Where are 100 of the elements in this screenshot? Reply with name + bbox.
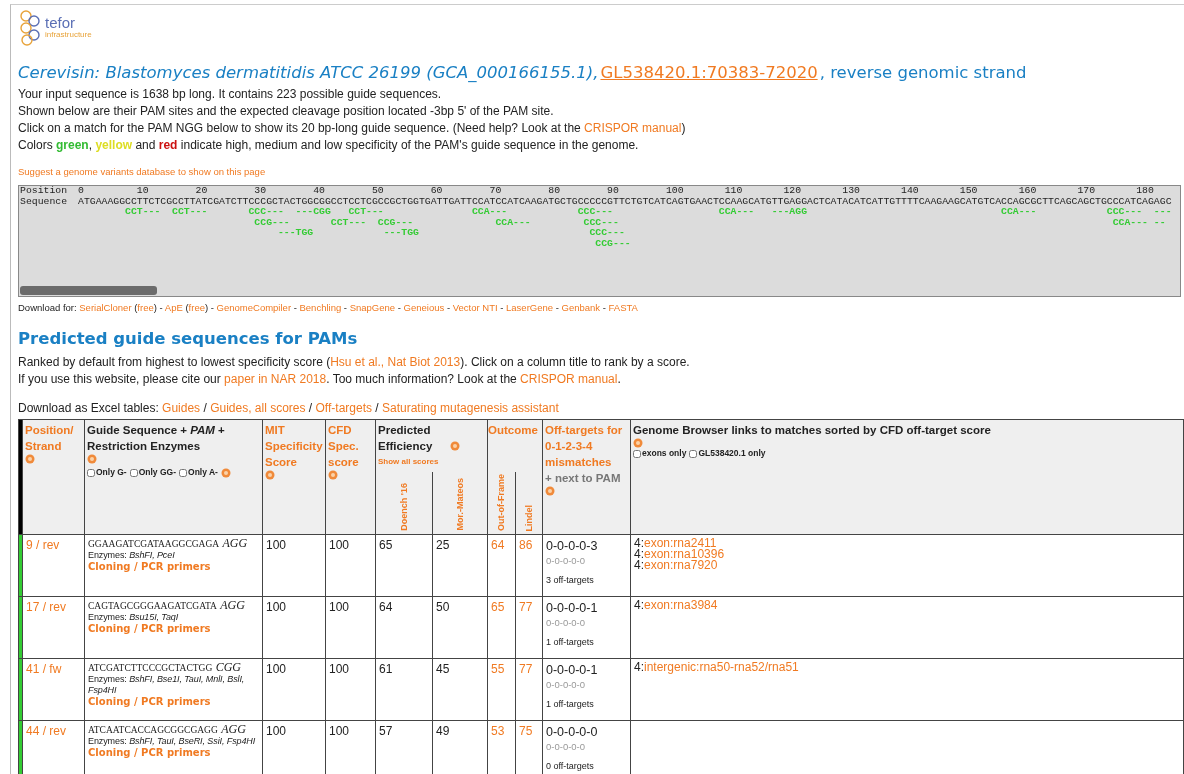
- help-icon[interactable]: [25, 454, 35, 464]
- download-link[interactable]: SerialCloner: [79, 302, 132, 313]
- checkbox[interactable]: [633, 449, 641, 458]
- score-link[interactable]: 55: [491, 662, 505, 676]
- download-link[interactable]: free: [137, 302, 154, 313]
- mismatch-counts: 0-0-0-0-0: [546, 724, 599, 740]
- download-link[interactable]: GenomeCompiler: [216, 302, 292, 313]
- color-word: green: [56, 138, 89, 152]
- mismatch-counts: 0-0-0-0-3: [546, 538, 599, 554]
- column-title: Guide Sequence + PAM + Restriction Enzymes: [87, 423, 226, 454]
- excel-link[interactable]: Saturating mutagenesis assistant: [382, 401, 559, 415]
- score-link[interactable]: 75: [519, 724, 533, 738]
- pam-mismatch-counts: 0-0-0-0-0: [546, 554, 587, 567]
- download-link[interactable]: FASTA: [608, 302, 638, 313]
- primers-link[interactable]: Cloning / PCR primers: [88, 561, 211, 572]
- enzymes-text: Enzymes: BshFI, PceI: [88, 550, 176, 561]
- pam-matches[interactable]: ---TGG ---TGG CCC---: [78, 228, 625, 239]
- color-word: red: [158, 138, 178, 152]
- location-link[interactable]: GL538420.1:70383-72020: [600, 63, 818, 82]
- sort-column-link[interactable]: Off-targets for 0-1-2-3-4 mismatches: [545, 422, 628, 470]
- download-link[interactable]: ApE: [164, 302, 183, 313]
- chromosome-prefix: 4:: [634, 660, 644, 674]
- position-link[interactable]: 17 / rev: [26, 600, 67, 614]
- score-link[interactable]: 53: [491, 724, 505, 738]
- sort-column-link[interactable]: Mor.-Mateos: [454, 478, 466, 531]
- help-icon[interactable]: [87, 454, 97, 464]
- score-link[interactable]: 77: [519, 662, 533, 676]
- genome-browser-link[interactable]: exon:rna3984: [644, 598, 718, 612]
- enzymes-text: Enzymes: BshFI, TauI, BseRI, SsiI, Fsp4HI: [88, 736, 257, 747]
- score-value: 65: [379, 538, 393, 552]
- intro-text: Colors green, yellow and red indicate high, medium and low specificity of the PAM's guide sequence in the genome.: [18, 137, 640, 154]
- sort-column-link[interactable]: Lindel: [523, 504, 535, 531]
- download-link[interactable]: SnapGene: [349, 302, 396, 313]
- genome-browser-link[interactable]: exon:rna10396: [644, 547, 725, 561]
- score-value: 49: [436, 724, 450, 738]
- checkbox[interactable]: [179, 468, 187, 477]
- manual-link[interactable]: CRISPOR manual: [584, 121, 682, 135]
- score-value: 45: [436, 662, 450, 676]
- score-value: 25: [436, 538, 450, 552]
- column-title: Predicted Efficiency: [378, 423, 434, 454]
- pam-sequence: AGG: [222, 536, 248, 550]
- excel-link[interactable]: Guides, all scores: [210, 401, 306, 415]
- help-icon[interactable]: [545, 486, 555, 496]
- help-icon[interactable]: [633, 438, 643, 448]
- download-link[interactable]: Genbank: [561, 302, 601, 313]
- column-note: + next to PAM: [545, 471, 622, 486]
- help-icon[interactable]: [265, 470, 275, 480]
- show-all-scores-link[interactable]: Show all scores: [378, 454, 485, 470]
- score-link[interactable]: 77: [519, 600, 533, 614]
- checkbox[interactable]: [689, 449, 698, 458]
- position-link[interactable]: 41 / fw: [26, 662, 62, 676]
- primers-link[interactable]: Cloning / PCR primers: [88, 747, 211, 758]
- pam-mismatch-counts: 0-0-0-0-0: [546, 740, 587, 753]
- off-target-count: 3 off-targets: [546, 575, 595, 586]
- checkbox[interactable]: [129, 468, 138, 477]
- section-title: Predicted guide sequences for PAMs: [18, 329, 359, 348]
- pam-matches[interactable]: CCT--- CCT--- CCC--- ---CGG CCT--- CCA--- CCC--- CCA--- ---AGG CCA--- CCC--- ---: [78, 207, 1172, 218]
- primers-link[interactable]: Cloning / PCR primers: [88, 696, 211, 707]
- position-link[interactable]: 44 / rev: [26, 724, 67, 738]
- score-link[interactable]: 65: [491, 600, 505, 614]
- sort-column-link[interactable]: Doench '16: [398, 483, 410, 531]
- reference-link[interactable]: Hsu et al., Nat Biot 2013: [330, 355, 461, 369]
- checkbox-label: Only A-: [188, 467, 218, 478]
- download-link[interactable]: Benchling: [299, 302, 342, 313]
- chromosome-prefix: 4:: [634, 558, 644, 572]
- chromosome-prefix: 4:: [634, 536, 644, 550]
- pam-matches[interactable]: CCG--- CCT--- CCG--- CCA--- CCC--- CCA--- --: [78, 217, 1166, 228]
- scrollbar-thumb[interactable]: [20, 286, 157, 295]
- pam-matches[interactable]: CCG---: [78, 238, 631, 249]
- pam-mismatch-counts: 0-0-0-0-0: [546, 678, 587, 691]
- excel-link[interactable]: Guides: [162, 401, 201, 415]
- genome-browser-link[interactable]: intergenic:rna50-rna52/rna51: [644, 660, 799, 674]
- genome-browser-link[interactable]: exon:rna7920: [644, 558, 718, 572]
- score-link[interactable]: 86: [519, 538, 533, 552]
- genome-browser-link[interactable]: exon:rna2411: [644, 536, 717, 550]
- checkbox[interactable]: [87, 468, 95, 477]
- help-icon[interactable]: [328, 470, 338, 480]
- excel-link[interactable]: Off-targets: [315, 401, 372, 415]
- help-icon[interactable]: [450, 441, 460, 451]
- pam-sequence: AGG: [221, 722, 246, 736]
- enzymes-text: Enzymes: Bsu15I, TaqI: [88, 612, 180, 623]
- pam-sequence: AGG: [220, 598, 245, 612]
- position-link[interactable]: 9 / rev: [26, 538, 60, 552]
- download-link[interactable]: Vector NTI: [452, 302, 498, 313]
- pam-sequence: CGG: [215, 660, 242, 674]
- download-link[interactable]: LaserGene: [506, 302, 554, 313]
- position-ruler: 0 10 20 30 40 50 60 70 80 90 100 110 120 130 140 150 160 170 180: [78, 186, 1154, 197]
- suggest-link[interactable]: Suggest a genome variants database to show on this page: [18, 166, 1184, 177]
- help-icon[interactable]: [220, 467, 231, 478]
- download-links: Download for: SerialCloner (free) - ApE (free) - GenomeCompiler - Benchling - SnapGene - Geneious - Vector NTI - LaserGene - Genbank - FASTA: [18, 302, 639, 313]
- intro-text: Shown below are their PAM sites and the expected cleavage position located -3bp 5' of the PAM site.: [18, 103, 555, 120]
- primers-link[interactable]: Cloning / PCR primers: [88, 623, 211, 634]
- guide-sequence: CAGTAGCGGGAAGATCGATA: [88, 601, 217, 611]
- score-value: 100: [266, 600, 287, 614]
- download-link[interactable]: Geneious: [403, 302, 445, 313]
- score-value: 100: [329, 600, 350, 614]
- score-value: 64: [379, 600, 393, 614]
- guide-sequence: ATCGATCTTCCCGCTACTGG: [88, 663, 213, 673]
- score-link[interactable]: 64: [491, 538, 505, 552]
- score-value: 100: [329, 724, 350, 738]
